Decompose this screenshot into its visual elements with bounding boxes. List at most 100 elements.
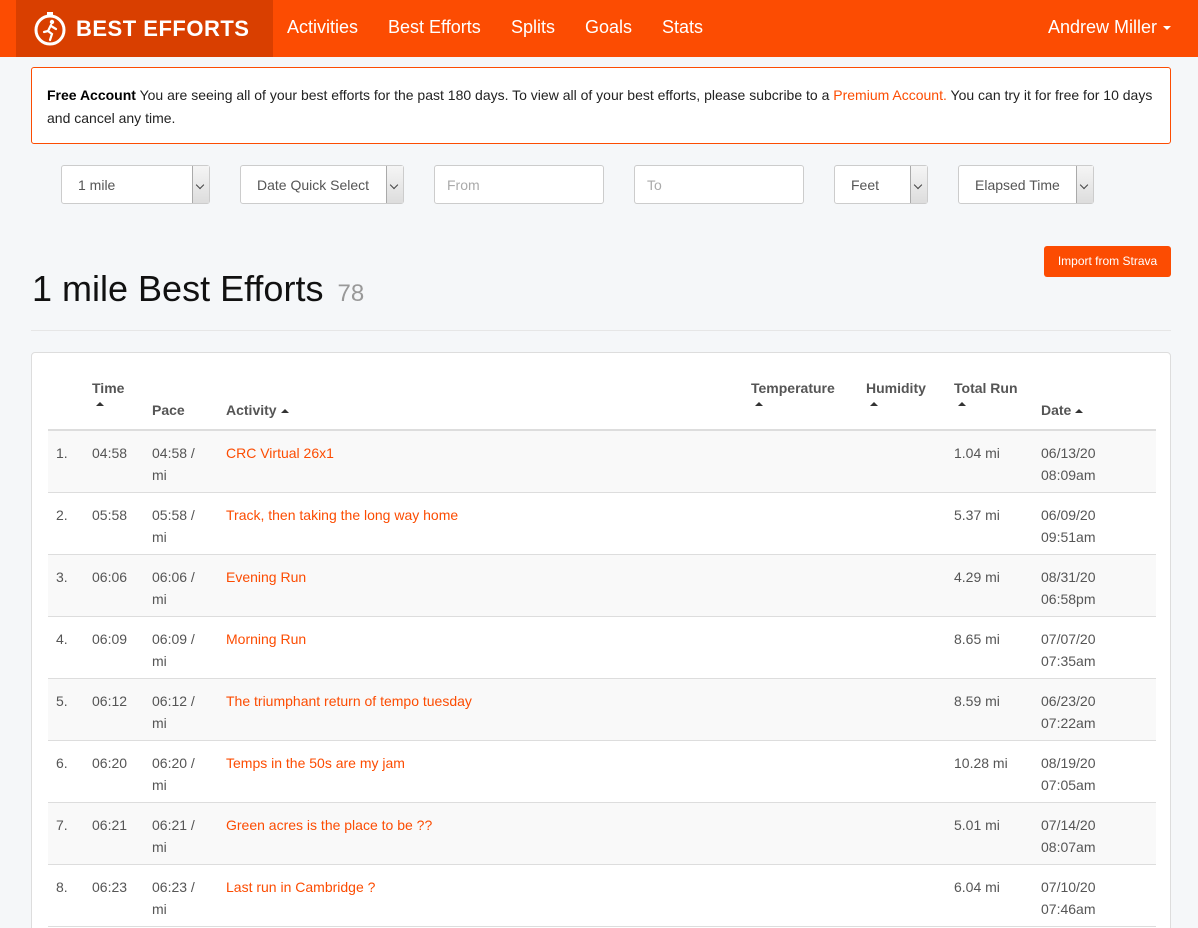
pace-value: 06:12 / bbox=[152, 693, 195, 709]
time-cell: 04:58 bbox=[92, 445, 128, 461]
brand-logo[interactable]: BEST EFFORTS bbox=[16, 0, 273, 57]
time-cell: 06:09 bbox=[92, 631, 128, 647]
activity-link[interactable]: Green acres is the place to be ?? bbox=[226, 814, 432, 836]
divider bbox=[31, 330, 1171, 331]
pace-cell: 05:58 / mi bbox=[152, 504, 195, 548]
table-row: 6. 06:20 06:20 / mi Temps in the 50s are my … bbox=[48, 741, 1156, 803]
time-of-day: 07:46am bbox=[1041, 901, 1096, 917]
to-placeholder: To bbox=[647, 177, 662, 193]
activity-link[interactable]: Evening Run bbox=[226, 566, 306, 588]
chevron-down-icon bbox=[1163, 26, 1171, 31]
premium-account-link[interactable]: Premium Account. bbox=[833, 87, 947, 103]
time-cell: 06:20 bbox=[92, 755, 128, 771]
page-title: 1 mile Best Efforts 78 bbox=[32, 268, 364, 310]
nav-goals[interactable]: Goals bbox=[585, 17, 632, 38]
table-row: 4. 06:09 06:09 / mi Morning Run 8.65 mi 07/07/… bbox=[48, 617, 1156, 679]
pace-unit: mi bbox=[152, 839, 167, 855]
activity-link[interactable]: Morning Run bbox=[226, 628, 306, 650]
table-row: 3. 06:06 06:06 / mi Evening Run 4.29 mi 08/31/… bbox=[48, 555, 1156, 617]
to-date-input[interactable]: To bbox=[634, 165, 804, 204]
sort-icon bbox=[958, 402, 966, 406]
pace-value: 04:58 / bbox=[152, 445, 195, 461]
rank-cell: 3. bbox=[56, 569, 68, 585]
pace-unit: mi bbox=[152, 529, 167, 545]
pace-cell: 06:09 / mi bbox=[152, 628, 195, 672]
pace-value: 06:09 / bbox=[152, 631, 195, 647]
rank-cell: 1. bbox=[56, 445, 68, 461]
table-row: 7. 06:21 06:21 / mi Green acres is the place… bbox=[48, 803, 1156, 865]
date-value: 08/31/20 bbox=[1041, 569, 1096, 585]
header-label: Total Run bbox=[954, 380, 1018, 396]
time-cell: 06:21 bbox=[92, 817, 128, 833]
total-run-cell: 5.01 mi bbox=[954, 817, 1000, 833]
pace-cell: 04:58 / mi bbox=[152, 442, 195, 486]
activity-link[interactable]: The triumphant return of tempo tuesday bbox=[226, 690, 472, 712]
import-from-strava-button[interactable]: Import from Strava bbox=[1044, 246, 1171, 277]
column-header-temperature[interactable]: Temperature bbox=[751, 380, 835, 406]
time-type-select[interactable]: Elapsed Time bbox=[958, 165, 1094, 204]
sort-icon bbox=[755, 402, 763, 406]
pace-cell: 06:20 / mi bbox=[152, 752, 195, 796]
column-header-date[interactable]: Date bbox=[1041, 402, 1084, 418]
time-of-day: 08:09am bbox=[1041, 467, 1096, 483]
date-cell: 06/13/20 08:09am bbox=[1041, 442, 1096, 486]
total-run-cell: 5.37 mi bbox=[954, 507, 1000, 523]
column-header-pace[interactable]: Pace bbox=[152, 402, 185, 418]
time-of-day: 07:22am bbox=[1041, 715, 1096, 731]
column-header-total-run[interactable]: Total Run bbox=[954, 380, 1018, 406]
brand-name: BEST EFFORTS bbox=[76, 16, 250, 41]
nav-stats[interactable]: Stats bbox=[662, 17, 703, 38]
units-select[interactable]: Feet bbox=[834, 165, 928, 204]
time-of-day: 07:35am bbox=[1041, 653, 1096, 669]
rank-cell: 7. bbox=[56, 817, 68, 833]
pace-cell: 06:21 / mi bbox=[152, 814, 195, 858]
date-value: 06/13/20 bbox=[1041, 445, 1096, 461]
sort-icon bbox=[280, 409, 289, 414]
activity-link[interactable]: Temps in the 50s are my jam bbox=[226, 752, 405, 774]
time-cell: 05:58 bbox=[92, 507, 128, 523]
header-label: Date bbox=[1041, 402, 1072, 418]
activity-link[interactable]: Track, then taking the long way home bbox=[226, 504, 458, 526]
pace-value: 05:58 / bbox=[152, 507, 195, 523]
nav-best-efforts[interactable]: Best Efforts bbox=[388, 17, 481, 38]
activity-link[interactable]: Last run in Cambridge ? bbox=[226, 876, 375, 898]
distance-select[interactable]: 1 mile bbox=[61, 165, 210, 204]
time-of-day: 09:51am bbox=[1041, 529, 1096, 545]
activity-link[interactable]: CRC Virtual 26x1 bbox=[226, 442, 334, 464]
time-cell: 06:06 bbox=[92, 569, 128, 585]
date-cell: 08/19/20 07:05am bbox=[1041, 752, 1096, 796]
date-quick-select[interactable]: Date Quick Select bbox=[240, 165, 404, 204]
table-row: 8. 06:23 06:23 / mi Last run in Cambridge ? 6… bbox=[48, 865, 1156, 927]
column-header-activity[interactable]: Activity bbox=[226, 402, 289, 418]
sort-icon bbox=[1075, 409, 1084, 414]
date-cell: 07/14/20 08:07am bbox=[1041, 814, 1096, 858]
page-title-text: 1 mile Best Efforts bbox=[32, 268, 324, 309]
user-menu[interactable]: Andrew Miller bbox=[1048, 17, 1171, 38]
date-value: 07/14/20 bbox=[1041, 817, 1096, 833]
column-header-time[interactable]: Time bbox=[92, 380, 124, 406]
header-label: Temperature bbox=[751, 380, 835, 396]
chevron-down-icon bbox=[386, 166, 403, 203]
nav-activities[interactable]: Activities bbox=[287, 17, 358, 38]
date-value: 06/23/20 bbox=[1041, 693, 1096, 709]
pace-unit: mi bbox=[152, 715, 167, 731]
from-date-input[interactable]: From bbox=[434, 165, 604, 204]
pace-unit: mi bbox=[152, 467, 167, 483]
total-run-cell: 4.29 mi bbox=[954, 569, 1000, 585]
nav-splits[interactable]: Splits bbox=[511, 17, 555, 38]
column-header-humidity[interactable]: Humidity bbox=[866, 380, 926, 406]
total-run-cell: 1.04 mi bbox=[954, 445, 1000, 461]
sort-icon bbox=[96, 402, 104, 406]
date-cell: 06/09/20 09:51am bbox=[1041, 504, 1096, 548]
pace-unit: mi bbox=[152, 777, 167, 793]
account-alert: Free Account You are seeing all of your … bbox=[31, 67, 1171, 144]
distance-value: 1 mile bbox=[78, 177, 116, 193]
date-value: 06/09/20 bbox=[1041, 507, 1096, 523]
chevron-down-icon bbox=[1076, 166, 1093, 203]
chevron-down-icon bbox=[192, 166, 209, 203]
date-cell: 07/10/20 07:46am bbox=[1041, 876, 1096, 920]
alert-text: You are seeing all of your best efforts … bbox=[135, 87, 834, 103]
date-cell: 06/23/20 07:22am bbox=[1041, 690, 1096, 734]
time-cell: 06:12 bbox=[92, 693, 128, 709]
rank-cell: 5. bbox=[56, 693, 68, 709]
